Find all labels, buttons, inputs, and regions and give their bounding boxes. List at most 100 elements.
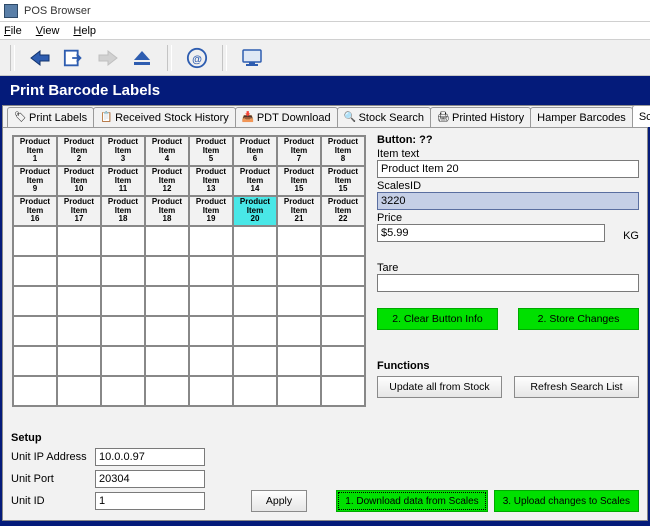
unit-id-input[interactable]: [95, 492, 205, 510]
grid-cell[interactable]: Product Item6: [233, 136, 277, 166]
grid-cell[interactable]: [277, 256, 321, 286]
grid-cell[interactable]: [13, 376, 57, 406]
grid-cell[interactable]: [57, 316, 101, 346]
grid-cell[interactable]: [57, 376, 101, 406]
grid-cell[interactable]: [277, 316, 321, 346]
grid-cell[interactable]: [101, 346, 145, 376]
grid-cell[interactable]: Product Item1: [13, 136, 57, 166]
apply-button[interactable]: Apply: [251, 490, 307, 512]
eject-icon[interactable]: [131, 47, 153, 69]
grid-cell[interactable]: Product Item7: [277, 136, 321, 166]
grid-cell[interactable]: [57, 346, 101, 376]
grid-cell[interactable]: [321, 256, 365, 286]
grid-cell[interactable]: [101, 256, 145, 286]
upload-to-scales-button[interactable]: 3. Upload changes to Scales: [494, 490, 639, 512]
grid-cell[interactable]: Product Item15: [277, 166, 321, 196]
grid-cell[interactable]: [189, 226, 233, 256]
grid-cell[interactable]: [101, 226, 145, 256]
tab-printed-history[interactable]: 🖨Printed History: [430, 107, 531, 127]
grid-cell[interactable]: [189, 376, 233, 406]
item-text-input[interactable]: [377, 160, 639, 178]
grid-cell[interactable]: [57, 226, 101, 256]
grid-cell[interactable]: [101, 316, 145, 346]
grid-cell[interactable]: Product Item11: [101, 166, 145, 196]
unit-port-input[interactable]: [95, 470, 205, 488]
grid-cell[interactable]: [13, 286, 57, 316]
at-icon[interactable]: @: [186, 47, 208, 69]
grid-cell[interactable]: Product Item5: [189, 136, 233, 166]
grid-cell[interactable]: [277, 226, 321, 256]
store-changes-button[interactable]: 2. Store Changes: [518, 308, 639, 330]
grid-cell[interactable]: Product Item22: [321, 196, 365, 226]
grid-cell[interactable]: [145, 346, 189, 376]
tab-stock-search[interactable]: 🔍Stock Search: [337, 107, 431, 127]
grid-cell[interactable]: [233, 226, 277, 256]
grid-cell[interactable]: [233, 316, 277, 346]
back-icon[interactable]: [29, 47, 51, 69]
grid-cell[interactable]: Product Item10: [57, 166, 101, 196]
grid-cell[interactable]: [189, 286, 233, 316]
grid-cell[interactable]: Product Item18: [101, 196, 145, 226]
grid-cell[interactable]: [189, 316, 233, 346]
tab-pdt-download[interactable]: 📥PDT Download: [235, 107, 338, 127]
menu-help[interactable]: Help: [73, 25, 96, 37]
download-from-scales-button[interactable]: 1. Download data from Scales: [336, 490, 487, 512]
menu-file[interactable]: File: [4, 25, 22, 37]
grid-cell[interactable]: [321, 376, 365, 406]
grid-cell[interactable]: Product Item20: [233, 196, 277, 226]
tare-input[interactable]: [377, 274, 639, 292]
grid-cell[interactable]: [277, 286, 321, 316]
grid-cell[interactable]: Product Item13: [189, 166, 233, 196]
tab-hamper-barcodes[interactable]: Hamper Barcodes: [530, 107, 633, 127]
grid-cell[interactable]: [321, 226, 365, 256]
grid-cell[interactable]: Product Item15: [321, 166, 365, 196]
forward-page-icon[interactable]: [63, 47, 85, 69]
grid-cell[interactable]: [233, 256, 277, 286]
clear-button-info-button[interactable]: 2. Clear Button Info: [377, 308, 498, 330]
grid-cell[interactable]: Product Item9: [13, 166, 57, 196]
grid-cell[interactable]: Product Item2: [57, 136, 101, 166]
grid-cell[interactable]: [101, 376, 145, 406]
unit-ip-input[interactable]: [95, 448, 205, 466]
grid-cell[interactable]: [13, 226, 57, 256]
grid-cell[interactable]: [13, 256, 57, 286]
grid-cell[interactable]: Product Item19: [189, 196, 233, 226]
grid-cell[interactable]: [189, 256, 233, 286]
grid-cell[interactable]: [321, 316, 365, 346]
menu-view[interactable]: View: [36, 25, 60, 37]
grid-cell[interactable]: [145, 286, 189, 316]
tab-print-labels[interactable]: 🏷Print Labels: [7, 107, 94, 127]
grid-cell[interactable]: [233, 346, 277, 376]
grid-cell[interactable]: Product Item17: [57, 196, 101, 226]
grid-cell[interactable]: Product Item14: [233, 166, 277, 196]
price-input[interactable]: [377, 224, 605, 242]
grid-cell[interactable]: Product Item4: [145, 136, 189, 166]
scalesid-input[interactable]: [377, 192, 639, 210]
grid-cell[interactable]: [57, 286, 101, 316]
grid-cell[interactable]: [57, 256, 101, 286]
grid-cell[interactable]: [145, 316, 189, 346]
grid-cell[interactable]: Product Item3: [101, 136, 145, 166]
refresh-search-list-button[interactable]: Refresh Search List: [514, 376, 639, 398]
grid-cell[interactable]: Product Item21: [277, 196, 321, 226]
forward-icon[interactable]: [97, 47, 119, 69]
grid-cell[interactable]: [13, 346, 57, 376]
grid-cell[interactable]: [145, 256, 189, 286]
grid-cell[interactable]: Product Item8: [321, 136, 365, 166]
grid-cell[interactable]: [321, 346, 365, 376]
grid-cell[interactable]: Product Item16: [13, 196, 57, 226]
update-all-from-stock-button[interactable]: Update all from Stock: [377, 376, 502, 398]
grid-cell[interactable]: [145, 376, 189, 406]
grid-cell[interactable]: Product Item18: [145, 196, 189, 226]
grid-cell[interactable]: [233, 286, 277, 316]
grid-cell[interactable]: [233, 376, 277, 406]
grid-cell[interactable]: [321, 286, 365, 316]
grid-cell[interactable]: [277, 376, 321, 406]
grid-cell[interactable]: [277, 346, 321, 376]
grid-cell[interactable]: [189, 346, 233, 376]
tab-received-stock-history[interactable]: 📋Received Stock History: [93, 107, 236, 127]
grid-cell[interactable]: [101, 286, 145, 316]
tab-scales[interactable]: Scales: [632, 105, 650, 127]
grid-cell[interactable]: [145, 226, 189, 256]
monitor-icon[interactable]: [241, 47, 263, 69]
